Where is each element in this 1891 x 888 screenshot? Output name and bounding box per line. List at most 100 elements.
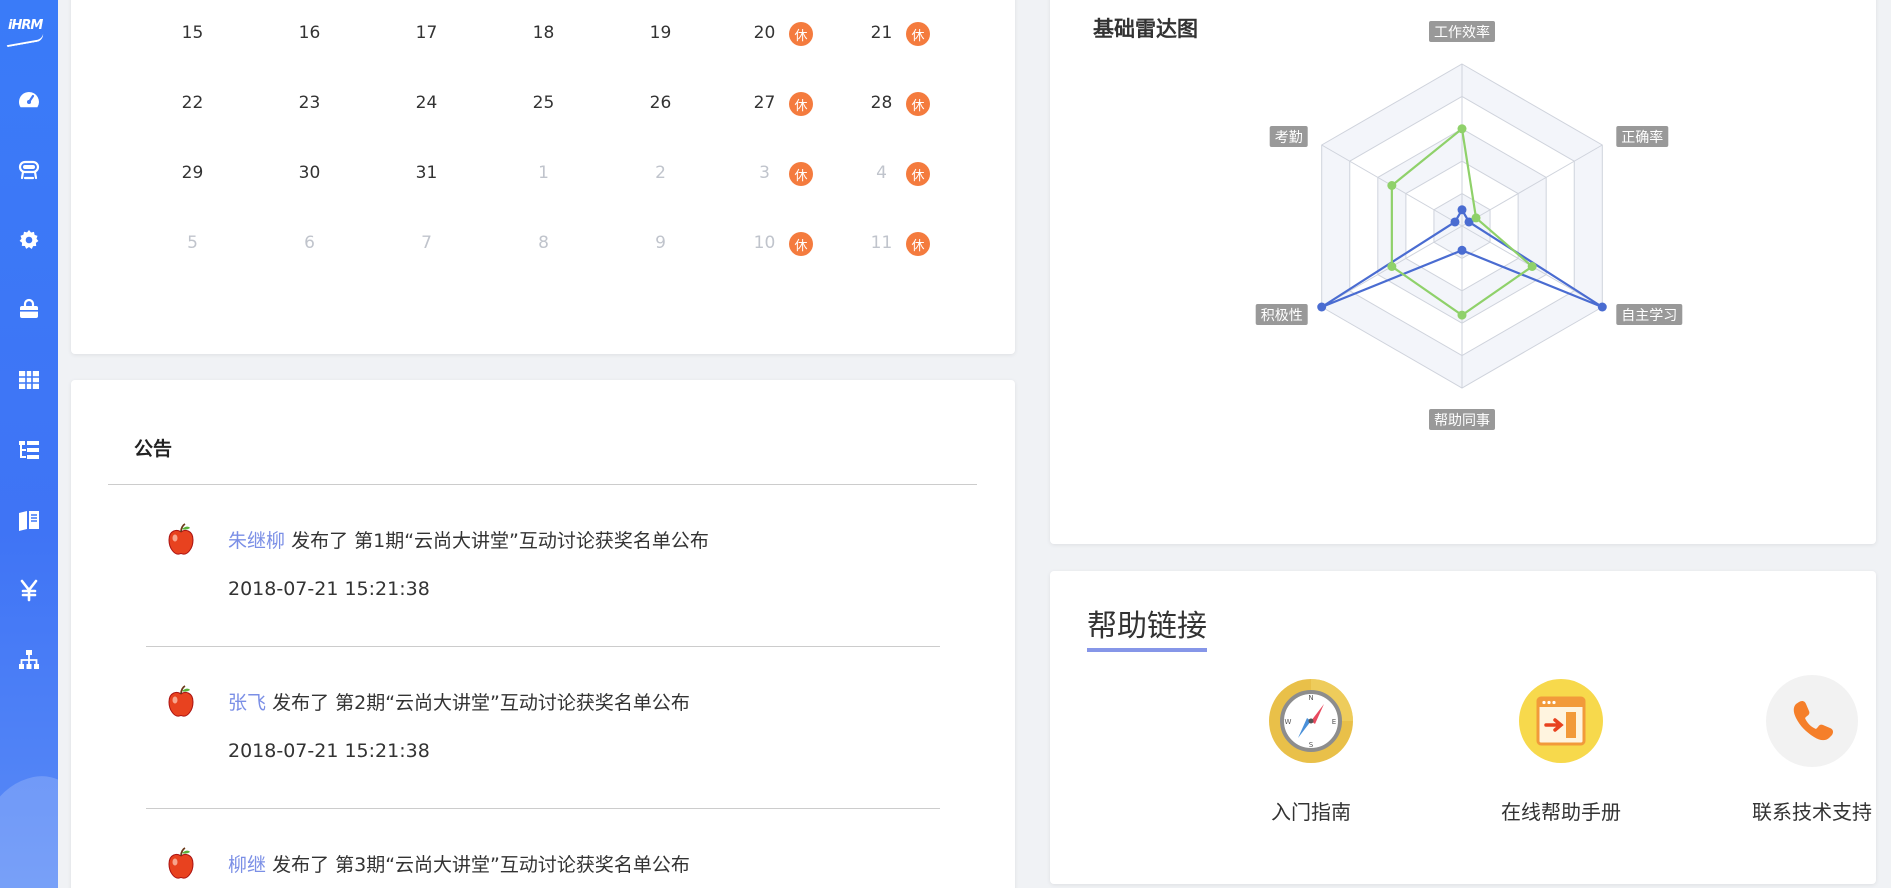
notice-action: 发布了 — [272, 692, 330, 714]
help-item-support[interactable]: 联系技术支持 — [1712, 674, 1891, 825]
settings-icon — [19, 230, 39, 249]
calendar-day[interactable]: 31 — [368, 163, 485, 183]
logo-text: iHRM — [8, 18, 43, 33]
phone-icon — [1766, 675, 1858, 767]
dashboard-icon — [19, 92, 39, 108]
calendar-day[interactable]: 5 — [134, 233, 251, 253]
notice-text[interactable]: 第2期“云尚大讲堂”互动讨论获奖名单公布 — [335, 692, 690, 714]
rest-day-badge: 休 — [789, 232, 813, 256]
radar-card: 基础雷达图 工作效率 正确率 自主学习 帮助同事 积极性 考勤 — [1050, 0, 1876, 544]
sidebar: iHRM — [0, 0, 58, 888]
rest-day-badge: 休 — [906, 162, 930, 186]
calendar-day[interactable]: 9 — [602, 233, 719, 253]
toolbox-icon — [20, 298, 38, 318]
calendar-day[interactable]: 18 — [485, 23, 602, 43]
app-logo[interactable]: iHRM — [5, 14, 46, 50]
calendar-day[interactable]: 7 — [368, 233, 485, 253]
help-item-label: 联系技术支持 — [1752, 800, 1872, 824]
apple-avatar-icon — [168, 685, 194, 717]
calendar-day[interactable]: 30 — [251, 163, 368, 183]
radar-indicator-label: 帮助同事 — [1434, 413, 1490, 429]
radar-data-point — [1457, 205, 1467, 215]
table-icon — [19, 371, 39, 389]
help-card: 帮助链接 N S W E 入门指南 在线帮助手册 联系技术支持 — [1050, 571, 1876, 884]
notice-action: 发布了 — [291, 530, 349, 552]
notice-divider — [108, 484, 977, 485]
sidebar-item-employee[interactable] — [0, 148, 58, 192]
notice-author[interactable]: 柳继 — [228, 854, 266, 876]
notice-author[interactable]: 朱继柳 — [228, 530, 285, 552]
rest-day-badge: 休 — [789, 22, 813, 46]
radar-data-point — [1457, 310, 1467, 320]
calendar-day[interactable]: 6 — [251, 233, 368, 253]
svg-text:E: E — [1332, 718, 1336, 726]
help-item-manual[interactable]: 在线帮助手册 — [1461, 674, 1661, 825]
calendar-card: 15 16 17 18 19 20 休 21 休 22 23 24 25 26 27 休 28 休 29 30 31 1 2… — [71, 0, 1015, 354]
radar-indicator-label: 积极性 — [1261, 308, 1303, 324]
calendar-day[interactable]: 2 — [602, 163, 719, 183]
apple-avatar-icon — [168, 847, 194, 879]
rest-day-badge: 休 — [906, 92, 930, 116]
notice-separator — [146, 646, 940, 647]
calendar-day[interactable]: 24 — [368, 93, 485, 113]
notice-time: 2018-07-21 15:21:38 — [228, 740, 430, 762]
sidebar-item-settings[interactable] — [0, 218, 58, 262]
rest-day-badge: 休 — [906, 232, 930, 256]
calendar-day[interactable]: 19 — [602, 23, 719, 43]
sidebar-item-table[interactable] — [0, 358, 58, 402]
rest-day-badge: 休 — [789, 92, 813, 116]
svg-text:W: W — [1285, 718, 1292, 726]
yen-icon — [20, 579, 38, 602]
sidebar-item-organization[interactable] — [0, 638, 58, 682]
help-title: 帮助链接 — [1087, 609, 1207, 644]
radar-data-point — [1597, 302, 1607, 312]
calendar-day[interactable]: 23 — [251, 93, 368, 113]
book-icon — [19, 511, 39, 531]
calendar-day[interactable]: 29 — [134, 163, 251, 183]
help-item-guide[interactable]: N S W E 入门指南 — [1211, 674, 1411, 825]
help-title-underline — [1087, 648, 1207, 652]
sidebar-wave-decoration — [0, 767, 58, 888]
sidebar-item-toolbox[interactable] — [0, 288, 58, 332]
calendar-day[interactable]: 17 — [368, 23, 485, 43]
radar-indicator-label: 考勤 — [1275, 130, 1303, 146]
radar-data-point — [1527, 262, 1537, 271]
radar-indicator-label: 工作效率 — [1434, 24, 1490, 41]
radar-data-point — [1317, 302, 1327, 312]
notice-card: 公告 朱继柳 发布了 第1期“云尚大讲堂”互动讨论获奖名单公布 2018-07-… — [71, 380, 1015, 888]
notice-title: 公告 — [134, 438, 173, 460]
apple-avatar-icon — [168, 523, 194, 555]
sidebar-item-salary[interactable] — [0, 568, 58, 612]
calendar-day[interactable]: 22 — [134, 93, 251, 113]
manual-icon — [1519, 679, 1603, 763]
calendar-week-row: 15 16 17 18 19 20 休 21 休 — [71, 13, 1015, 53]
radar-indicator-label: 正确率 — [1621, 129, 1663, 146]
calendar-week-row: 22 23 24 25 26 27 休 28 休 — [71, 83, 1015, 123]
radar-data-point — [1457, 124, 1467, 134]
sidebar-item-book[interactable] — [0, 498, 58, 542]
org-chart-icon — [19, 650, 39, 669]
notice-action: 发布了 — [272, 854, 330, 876]
radar-chart: 工作效率正确率自主学习帮助同事 积极性 考勤 — [1255, 21, 1683, 430]
sidebar-item-dashboard[interactable] — [0, 78, 58, 122]
notice-text[interactable]: 第1期“云尚大讲堂”互动讨论获奖名单公布 — [354, 530, 709, 552]
list-tree-icon — [19, 441, 39, 459]
radar-indicator-label: 自主学习 — [1621, 308, 1677, 324]
notice-text[interactable]: 第3期“云尚大讲堂”互动讨论获奖名单公布 — [335, 854, 690, 876]
calendar-week-row: 29 30 31 1 2 3 休 4 休 — [71, 153, 1015, 193]
rest-day-badge: 休 — [789, 162, 813, 186]
calendar-day[interactable]: 1 — [485, 163, 602, 183]
rest-day-badge: 休 — [906, 22, 930, 46]
calendar-day[interactable]: 8 — [485, 233, 602, 253]
calendar-day[interactable]: 15 — [134, 23, 251, 43]
notice-time: 2018-07-21 15:21:38 — [228, 578, 430, 600]
calendar-week-row: 5 6 7 8 9 10 休 11 休 — [71, 223, 1015, 263]
notice-author[interactable]: 张飞 — [228, 692, 266, 714]
svg-text:N: N — [1308, 694, 1313, 702]
calendar-day[interactable]: 25 — [485, 93, 602, 113]
help-item-label: 入门指南 — [1271, 800, 1351, 824]
calendar-day[interactable]: 16 — [251, 23, 368, 43]
radar-data-point — [1471, 213, 1481, 223]
calendar-day[interactable]: 26 — [602, 93, 719, 113]
sidebar-item-list[interactable] — [0, 428, 58, 472]
